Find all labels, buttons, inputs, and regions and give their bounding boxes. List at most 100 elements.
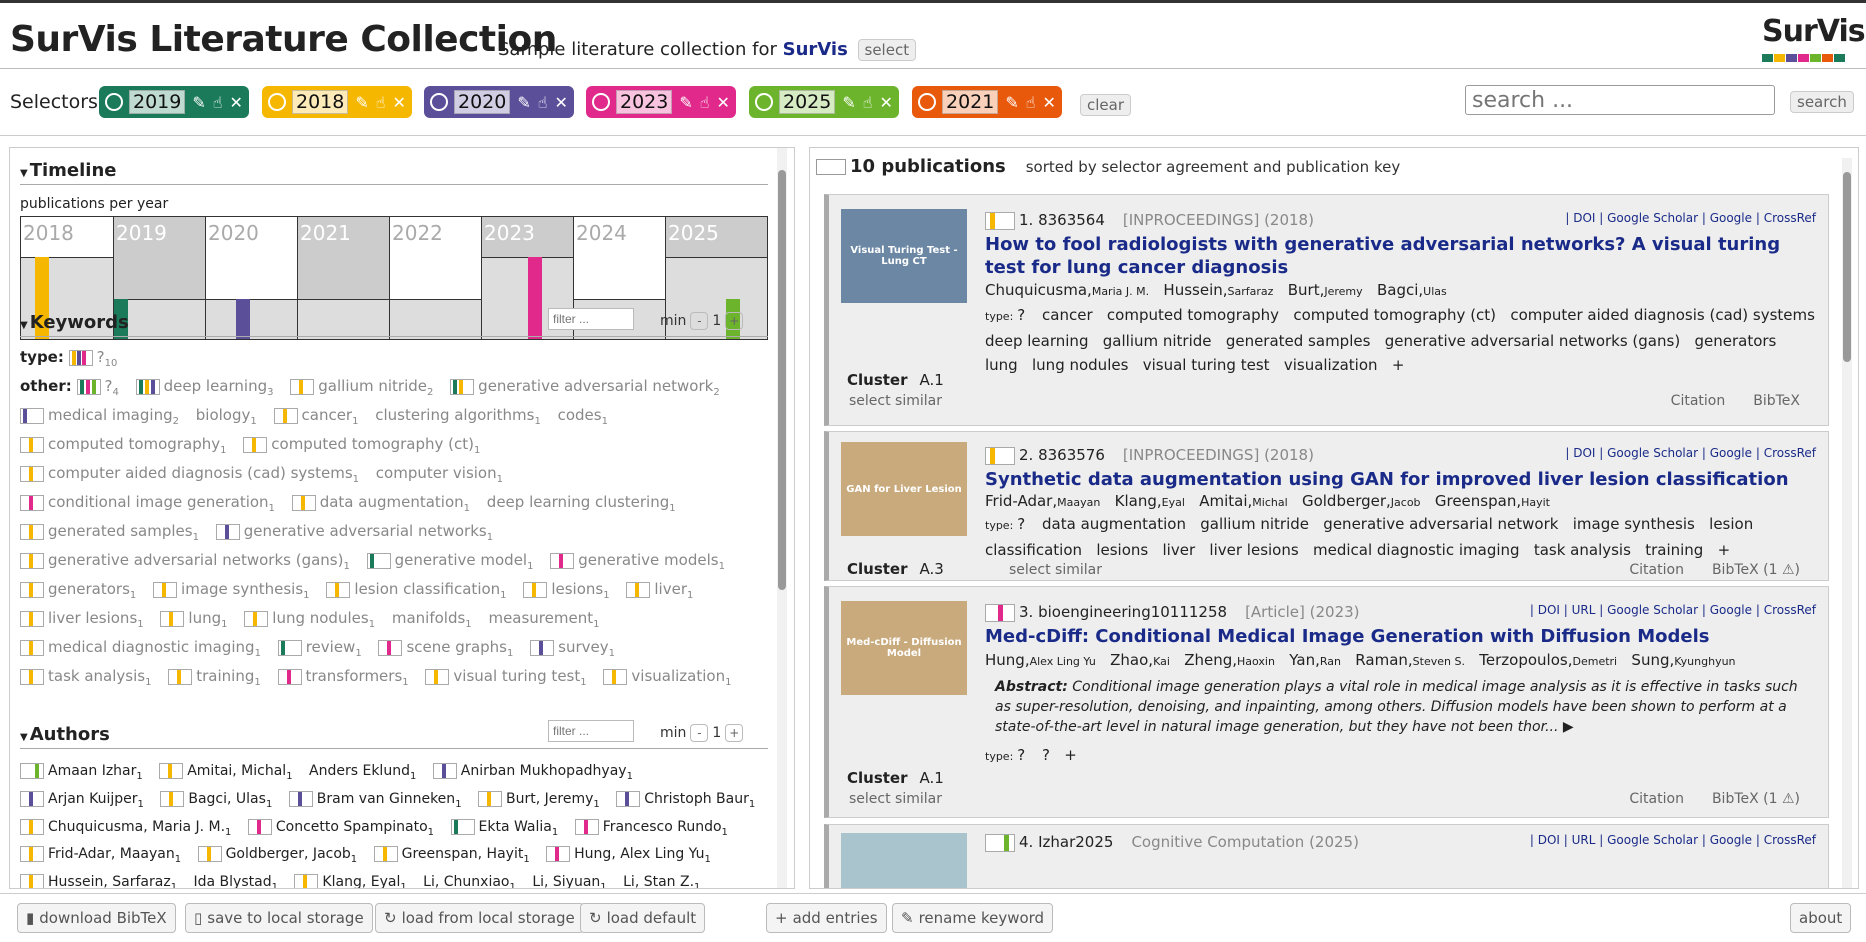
close-icon[interactable]: ✕ <box>230 93 243 112</box>
publication-authors[interactable]: Hung,Alex Ling Yu Zhao,Kai Zheng,Haoxin … <box>985 651 1736 669</box>
author-tag[interactable]: Amaan Izhar1 <box>20 760 143 788</box>
keyword-tag[interactable]: computer vision1 <box>376 462 503 491</box>
publication-entry[interactable]: 4. Izhar2025 Cognitive Computation (2025)… <box>824 824 1829 888</box>
keyword-tag[interactable]: image synthesis1 <box>153 578 310 607</box>
keyword-tag[interactable]: lung1 <box>160 607 228 636</box>
keyword-tag[interactable]: deep learning clustering1 <box>487 491 676 520</box>
citation-button[interactable]: Citation <box>1629 791 1684 807</box>
close-icon[interactable]: ✕ <box>717 93 730 112</box>
rename-keyword-button[interactable]: ✎ rename keyword <box>892 903 1054 933</box>
citation-button[interactable]: Citation <box>1629 562 1684 578</box>
keyword-tag[interactable]: medical diagnostic imaging1 <box>20 636 261 665</box>
author-tag[interactable]: Arjan Kuijper1 <box>20 788 144 816</box>
save-local-button[interactable]: ▯ save to local storage <box>185 903 373 933</box>
publication-authors[interactable]: Chuquicusma,Maria J. M. Hussein,Sarfaraz… <box>985 281 1447 299</box>
author-tag[interactable]: Amitai, Michal1 <box>159 760 293 788</box>
publication-keywords[interactable]: type:? data augmentation gallium nitride… <box>985 512 1815 562</box>
selector-term[interactable]: 2018 <box>292 90 349 114</box>
close-icon[interactable]: ✕ <box>1043 93 1056 112</box>
keyword-tag[interactable]: generative adversarial networks (gans)1 <box>20 549 350 578</box>
keywords-section-title[interactable]: ▼ Keywords <box>20 312 129 333</box>
pencil-icon[interactable]: ✎ <box>517 93 530 112</box>
keyword-tag[interactable]: visual turing test1 <box>425 665 587 694</box>
author-tag[interactable]: Bagci, Ulas1 <box>160 788 272 816</box>
keyword-tag[interactable]: lung nodules1 <box>244 607 375 636</box>
publication-keywords[interactable]: type:? cancer computed tomography comput… <box>985 303 1815 377</box>
select-similar-link[interactable]: select similar <box>849 791 942 807</box>
about-button[interactable]: about <box>1790 903 1852 933</box>
keyword-tag[interactable]: codes1 <box>558 404 608 433</box>
author-tag[interactable]: Frid-Adar, Maayan1 <box>20 843 181 871</box>
min-increase-button[interactable]: + <box>725 312 744 330</box>
author-tag[interactable]: Li, Siyuan1 <box>532 871 606 888</box>
search-input[interactable] <box>1465 85 1775 115</box>
keyword-tag[interactable]: generated samples1 <box>20 520 199 549</box>
author-tag[interactable]: Christoph Baur1 <box>616 788 755 816</box>
pointer-icon[interactable]: ☝ <box>538 93 548 112</box>
collapse-triangle-icon[interactable]: ▼ <box>20 168 28 179</box>
publication-entry[interactable]: Med-cDiff - Diffusion Model 3. bioengine… <box>824 586 1829 818</box>
selector-chip[interactable]: 2025 ✎ ☝ ✕ <box>749 86 899 118</box>
selector-term[interactable]: 2020 <box>454 90 511 114</box>
keyword-tag[interactable]: biology1 <box>196 404 257 433</box>
authors-section-title[interactable]: ▼ Authors <box>20 724 110 745</box>
keyword-tag[interactable]: measurement1 <box>488 607 599 636</box>
publication-thumbnail[interactable]: Visual Turing Test - Lung CT <box>841 209 967 303</box>
search-button[interactable]: search <box>1790 91 1854 113</box>
pointer-icon[interactable]: ☝ <box>376 93 386 112</box>
pencil-icon[interactable]: ✎ <box>355 93 368 112</box>
author-tag[interactable]: Francesco Rundo1 <box>574 816 728 844</box>
keywords-filter-input[interactable] <box>548 308 634 330</box>
right-scrollbar[interactable] <box>1842 158 1852 888</box>
keyword-tag[interactable]: cancer1 <box>273 404 358 433</box>
selector-chip[interactable]: 2019 ✎ ☝ ✕ <box>99 86 249 118</box>
external-links[interactable]: | DOI | URL | Google Scholar | Google | … <box>1530 833 1816 847</box>
publication-entry[interactable]: Visual Turing Test - Lung CT 1. 8363564[… <box>824 194 1829 426</box>
pointer-icon[interactable]: ☝ <box>700 93 710 112</box>
publication-title[interactable]: How to fool radiologists with generative… <box>985 233 1815 279</box>
selector-term[interactable]: 2023 <box>616 90 673 114</box>
author-tag[interactable]: Anders Eklund1 <box>309 760 416 788</box>
author-tag[interactable]: Greenspan, Hayit1 <box>373 843 530 871</box>
keyword-tag[interactable]: generative adversarial network2 <box>450 375 720 404</box>
keyword-tag[interactable]: generative model1 <box>366 549 533 578</box>
timeline-year-2020[interactable]: 2020 <box>205 217 297 339</box>
close-icon[interactable]: ✕ <box>880 93 893 112</box>
keyword-tag[interactable]: survey1 <box>530 636 615 665</box>
close-icon[interactable]: ✕ <box>555 93 568 112</box>
keyword-tag[interactable]: computer aided diagnosis (cad) systems1 <box>20 462 359 491</box>
right-scroll-thumb[interactable] <box>1843 172 1851 362</box>
keyword-tag[interactable]: deep learning3 <box>135 375 273 404</box>
author-tag[interactable]: Ida Blystad1 <box>194 871 278 888</box>
keyword-tag[interactable]: liver lesions1 <box>20 607 144 636</box>
selector-chip[interactable]: 2021 ✎ ☝ ✕ <box>912 86 1062 118</box>
publication-title[interactable]: Synthetic data augmentation using GAN fo… <box>985 468 1815 491</box>
author-tag[interactable]: Hussein, Sarfaraz1 <box>20 871 177 888</box>
left-scrollbar[interactable] <box>777 148 787 888</box>
bibtex-button[interactable]: BibTeX (1 ⚠) <box>1712 562 1800 578</box>
keyword-tag[interactable]: review1 <box>277 636 362 665</box>
keyword-tag[interactable]: lesion classification1 <box>326 578 507 607</box>
select-button[interactable]: select <box>857 39 917 61</box>
bibtex-button[interactable]: BibTeX <box>1753 393 1800 409</box>
external-links[interactable]: | DOI | Google Scholar | Google | CrossR… <box>1565 211 1816 225</box>
publication-abstract[interactable]: Abstract: Conditional image generation p… <box>995 677 1815 737</box>
publication-entry[interactable]: GAN for Liver Lesion 2. 8363576 [INPROCEE… <box>824 431 1829 581</box>
pencil-icon[interactable]: ✎ <box>842 93 855 112</box>
keyword-tag[interactable]: gallium nitride2 <box>290 375 433 404</box>
keyword-tag[interactable]: task analysis1 <box>20 665 151 694</box>
keyword-tag[interactable]: scene graphs1 <box>378 636 513 665</box>
selector-term[interactable]: 2019 <box>129 90 186 114</box>
timeline-year-2022[interactable]: 2022 <box>389 217 481 339</box>
collapse-triangle-icon[interactable]: ▼ <box>20 732 28 743</box>
keyword-tag[interactable]: conditional image generation1 <box>20 491 275 520</box>
selector-chip[interactable]: 2023 ✎ ☝ ✕ <box>586 86 736 118</box>
keyword-tag[interactable]: training1 <box>168 665 261 694</box>
author-tag[interactable]: Li, Stan Z.1 <box>623 871 700 888</box>
timeline-chart[interactable]: 2018 2019 2020 2021 2022 2023 2024 2025 <box>20 216 768 340</box>
close-icon[interactable]: ✕ <box>393 93 406 112</box>
author-tag[interactable]: Li, Chunxiao1 <box>423 871 516 888</box>
keyword-tag[interactable]: manifolds1 <box>392 607 472 636</box>
author-tag[interactable]: Burt, Jeremy1 <box>478 788 600 816</box>
pencil-icon[interactable]: ✎ <box>192 93 205 112</box>
